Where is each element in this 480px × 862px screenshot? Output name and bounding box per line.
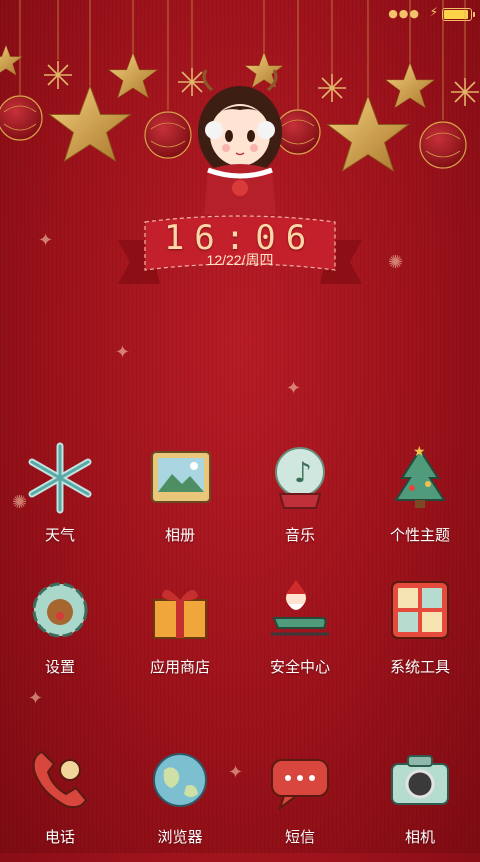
- app-security[interactable]: 安全中心: [240, 572, 360, 692]
- christmas-tree-icon: ★: [394, 444, 446, 508]
- app-messages[interactable]: 短信: [240, 742, 360, 862]
- gift-box-icon: [153, 589, 207, 639]
- app-label: 系统工具: [389, 659, 450, 676]
- santa-sleigh-icon: [270, 580, 330, 636]
- app-weather[interactable]: 天气: [0, 440, 120, 560]
- app-label: 短信: [284, 829, 315, 846]
- app-label: 天气: [44, 527, 75, 544]
- app-label: 设置: [44, 659, 75, 676]
- app-label: 安全中心: [269, 659, 330, 676]
- sparkle-icon: ✦: [38, 230, 54, 251]
- app-browser[interactable]: 浏览器: [120, 742, 240, 862]
- sparkle-icon: ✺: [388, 252, 404, 273]
- snowflake-icon: [28, 442, 92, 514]
- app-gallery[interactable]: 相册: [120, 440, 240, 560]
- app-label: 相机: [404, 829, 435, 846]
- app-label: 浏览器: [157, 829, 203, 846]
- app-camera[interactable]: 相机: [360, 742, 480, 862]
- svg-text:★: ★: [413, 444, 426, 460]
- app-music[interactable]: ♪ 音乐: [240, 440, 360, 560]
- toolbox-icon: [391, 581, 449, 639]
- app-label: 音乐: [284, 527, 315, 544]
- app-label: 电话: [44, 829, 75, 846]
- reindeer-gear-icon: [32, 582, 88, 638]
- app-label: 应用商店: [149, 659, 210, 676]
- app-phone[interactable]: 电话: [0, 742, 120, 862]
- camera-icon: [391, 755, 449, 805]
- app-themes[interactable]: ★ 个性主题: [360, 440, 480, 560]
- phone-icon: [32, 750, 88, 809]
- app-tools[interactable]: 系统工具: [360, 572, 480, 692]
- sparkle-icon: ✦: [115, 342, 131, 363]
- app-store[interactable]: 应用商店: [120, 572, 240, 692]
- girl-character-icon: [198, 69, 282, 215]
- app-settings[interactable]: 设置: [0, 572, 120, 692]
- clock-date[interactable]: 12/22/周四: [0, 250, 480, 270]
- svg-text:♪: ♪: [294, 456, 312, 489]
- app-label: 个性主题: [389, 527, 450, 544]
- globe-icon: [153, 753, 207, 807]
- app-label: 相册: [164, 527, 195, 544]
- photo-album-icon: [151, 451, 211, 503]
- message-icon: [271, 759, 329, 811]
- music-globe-icon: ♪: [275, 447, 325, 509]
- sparkle-icon: ✦: [286, 378, 302, 399]
